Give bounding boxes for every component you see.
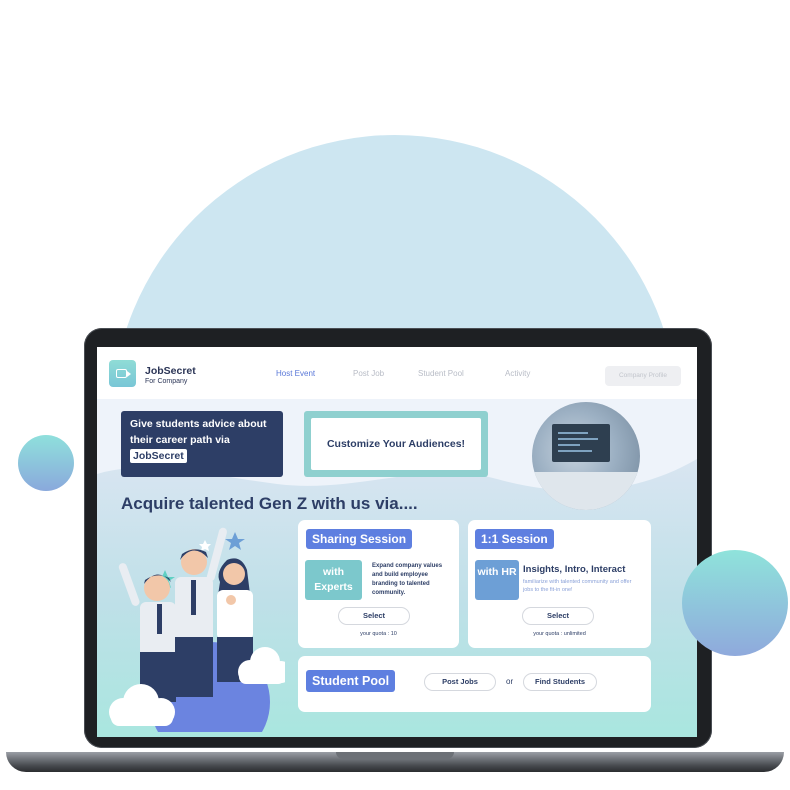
code-line (558, 438, 598, 440)
one-on-one-title: 1:1 Session (475, 529, 554, 549)
office-photo (532, 402, 640, 510)
decorative-bubble-right (682, 550, 788, 656)
sharing-session-select-button[interactable]: Select (338, 607, 410, 625)
jobsecret-chip: JobSecret (130, 449, 187, 463)
customize-audiences-card[interactable]: Customize Your Audiences! (304, 411, 488, 477)
one-on-one-session-card: 1:1 Session with HR Insights, Intro, Int… (468, 520, 651, 648)
one-on-one-description: familiarize with talented community and … (523, 579, 632, 593)
camera-lens-icon (127, 371, 131, 377)
sharing-session-card: Sharing Session with Experts Expand comp… (298, 520, 459, 648)
app-screen: JobSecret For Company Host Event Post Jo… (97, 347, 697, 737)
code-line (558, 432, 588, 434)
code-line (558, 450, 592, 452)
nav-activity[interactable]: Activity (505, 369, 530, 378)
sharing-session-title: Sharing Session (306, 529, 413, 549)
photo-monitor (552, 424, 610, 462)
students-illustration (109, 527, 285, 732)
customize-audiences-button[interactable]: Customize Your Audiences! (311, 418, 481, 470)
page-headline: Acquire talented Gen Z with us via.... (121, 494, 418, 513)
decorative-bubble-left (18, 435, 74, 491)
one-on-one-heading: Insights, Intro, Interact (523, 564, 626, 575)
logo-icon[interactable] (109, 360, 136, 387)
with-hr-badge: with HR (475, 560, 519, 600)
sharing-session-quota: your quota : 10 (360, 631, 397, 637)
student-pool-card: Student Pool Post Jobs or Find Students (298, 656, 651, 712)
brand-subtitle: For Company (145, 378, 188, 385)
top-navbar: JobSecret For Company Host Event Post Jo… (97, 347, 697, 399)
find-students-button[interactable]: Find Students (523, 673, 597, 691)
post-jobs-button[interactable]: Post Jobs (424, 673, 496, 691)
student-pool-title: Student Pool (306, 670, 396, 692)
nav-post-job[interactable]: Post Job (353, 369, 384, 378)
advice-banner: Give students advice about their career … (121, 411, 283, 477)
one-on-one-quota: your quota : unlimited (533, 631, 586, 637)
nav-student-pool[interactable]: Student Pool (418, 369, 464, 378)
camera-icon (116, 369, 127, 378)
nav-host-event[interactable]: Host Event (276, 369, 315, 378)
laptop-notch (336, 752, 454, 759)
code-line (558, 444, 580, 446)
brand-name: JobSecret (145, 365, 196, 377)
or-separator: or (506, 677, 514, 686)
photo-desk (532, 472, 640, 510)
advice-text: Give students advice about their career … (130, 418, 267, 446)
one-on-one-select-button[interactable]: Select (522, 607, 594, 625)
with-experts-badge: with Experts (305, 560, 362, 600)
company-profile-button[interactable]: Company Profile (605, 366, 681, 386)
sharing-session-description: Expand company values and build employee… (372, 563, 443, 596)
